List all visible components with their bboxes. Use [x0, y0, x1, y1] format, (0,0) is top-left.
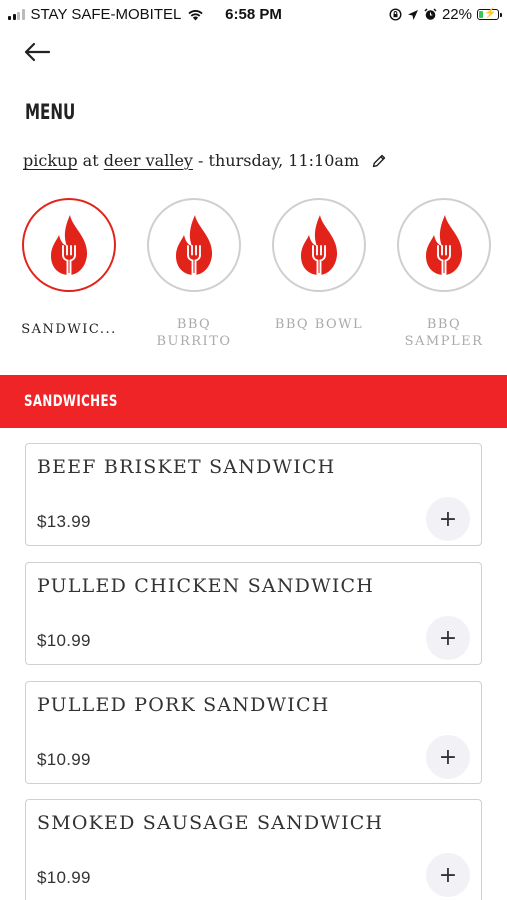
battery-icon: ⚡ [477, 8, 502, 20]
status-bar: STAY SAFE-MOBITEL 6:58 PM 22% ⚡ [0, 0, 507, 30]
page-title: MENU [25, 100, 76, 124]
add-item-button[interactable]: + [426, 616, 470, 660]
add-item-button[interactable]: + [426, 497, 470, 541]
battery-percent: 22% [441, 6, 472, 23]
menu-item-price: $10.99 [37, 631, 91, 650]
category-circle [147, 198, 241, 292]
flame-fork-icon [51, 215, 88, 275]
category-bbq-sampler[interactable]: BBQ SAMPLER [395, 198, 493, 350]
arrow-left-icon [24, 42, 51, 62]
menu-item-card[interactable]: SMOKED SAUSAGE SANDWICH $10.99 + [25, 799, 482, 900]
menu-item-card[interactable]: BEEF BRISKET SANDWICH $13.99 + [25, 443, 482, 546]
category-label: SANDWIC... [21, 322, 117, 337]
menu-item-card[interactable]: PULLED CHICKEN SANDWICH $10.99 + [25, 562, 482, 665]
menu-item-card[interactable]: PULLED PORK SANDWICH $10.99 + [25, 681, 482, 784]
menu-item-name: SMOKED SAUSAGE SANDWICH [37, 812, 384, 834]
order-connector: at [82, 151, 99, 170]
flame-fork-icon [426, 215, 463, 275]
category-label: BBQ BOWL [274, 317, 364, 332]
category-circle [272, 198, 366, 292]
add-item-button[interactable]: + [426, 853, 470, 897]
flame-fork-icon [301, 215, 338, 275]
pencil-icon[interactable] [371, 153, 387, 169]
category-label: BBQ BURRITO [156, 317, 232, 349]
order-time: - thursday, 11:10am [198, 151, 360, 170]
menu-item-name: PULLED PORK SANDWICH [37, 694, 330, 716]
menu-item-name: BEEF BRISKET SANDWICH [37, 456, 336, 478]
menu-item-price: $10.99 [37, 750, 91, 769]
category-bbq-burrito[interactable]: BBQ BURRITO [145, 198, 243, 350]
back-button[interactable] [22, 40, 52, 64]
category-circle [22, 198, 116, 292]
category-label: BBQ SAMPLER [404, 317, 484, 349]
alarm-icon [424, 8, 437, 20]
location-icon [407, 9, 418, 20]
menu-item-name: PULLED CHICKEN SANDWICH [37, 575, 375, 597]
category-circle [397, 198, 491, 292]
category-bbq-bowl[interactable]: BBQ BOWL [270, 198, 368, 333]
order-location-link[interactable]: deer valley [104, 151, 193, 170]
category-sandwiches[interactable]: SANDWIC... [20, 198, 118, 338]
menu-item-price: $13.99 [37, 512, 91, 531]
screen-lock-icon [389, 8, 402, 21]
order-info: pickup at deer valley - thursday, 11:10a… [23, 151, 387, 170]
order-mode-link[interactable]: pickup [23, 151, 78, 170]
status-right: 22% ⚡ [389, 6, 502, 23]
menu-item-price: $10.99 [37, 868, 91, 887]
section-header: SANDWICHES [0, 375, 507, 428]
flame-fork-icon [176, 215, 213, 275]
add-item-button[interactable]: + [426, 735, 470, 779]
section-title: SANDWICHES [24, 391, 118, 410]
